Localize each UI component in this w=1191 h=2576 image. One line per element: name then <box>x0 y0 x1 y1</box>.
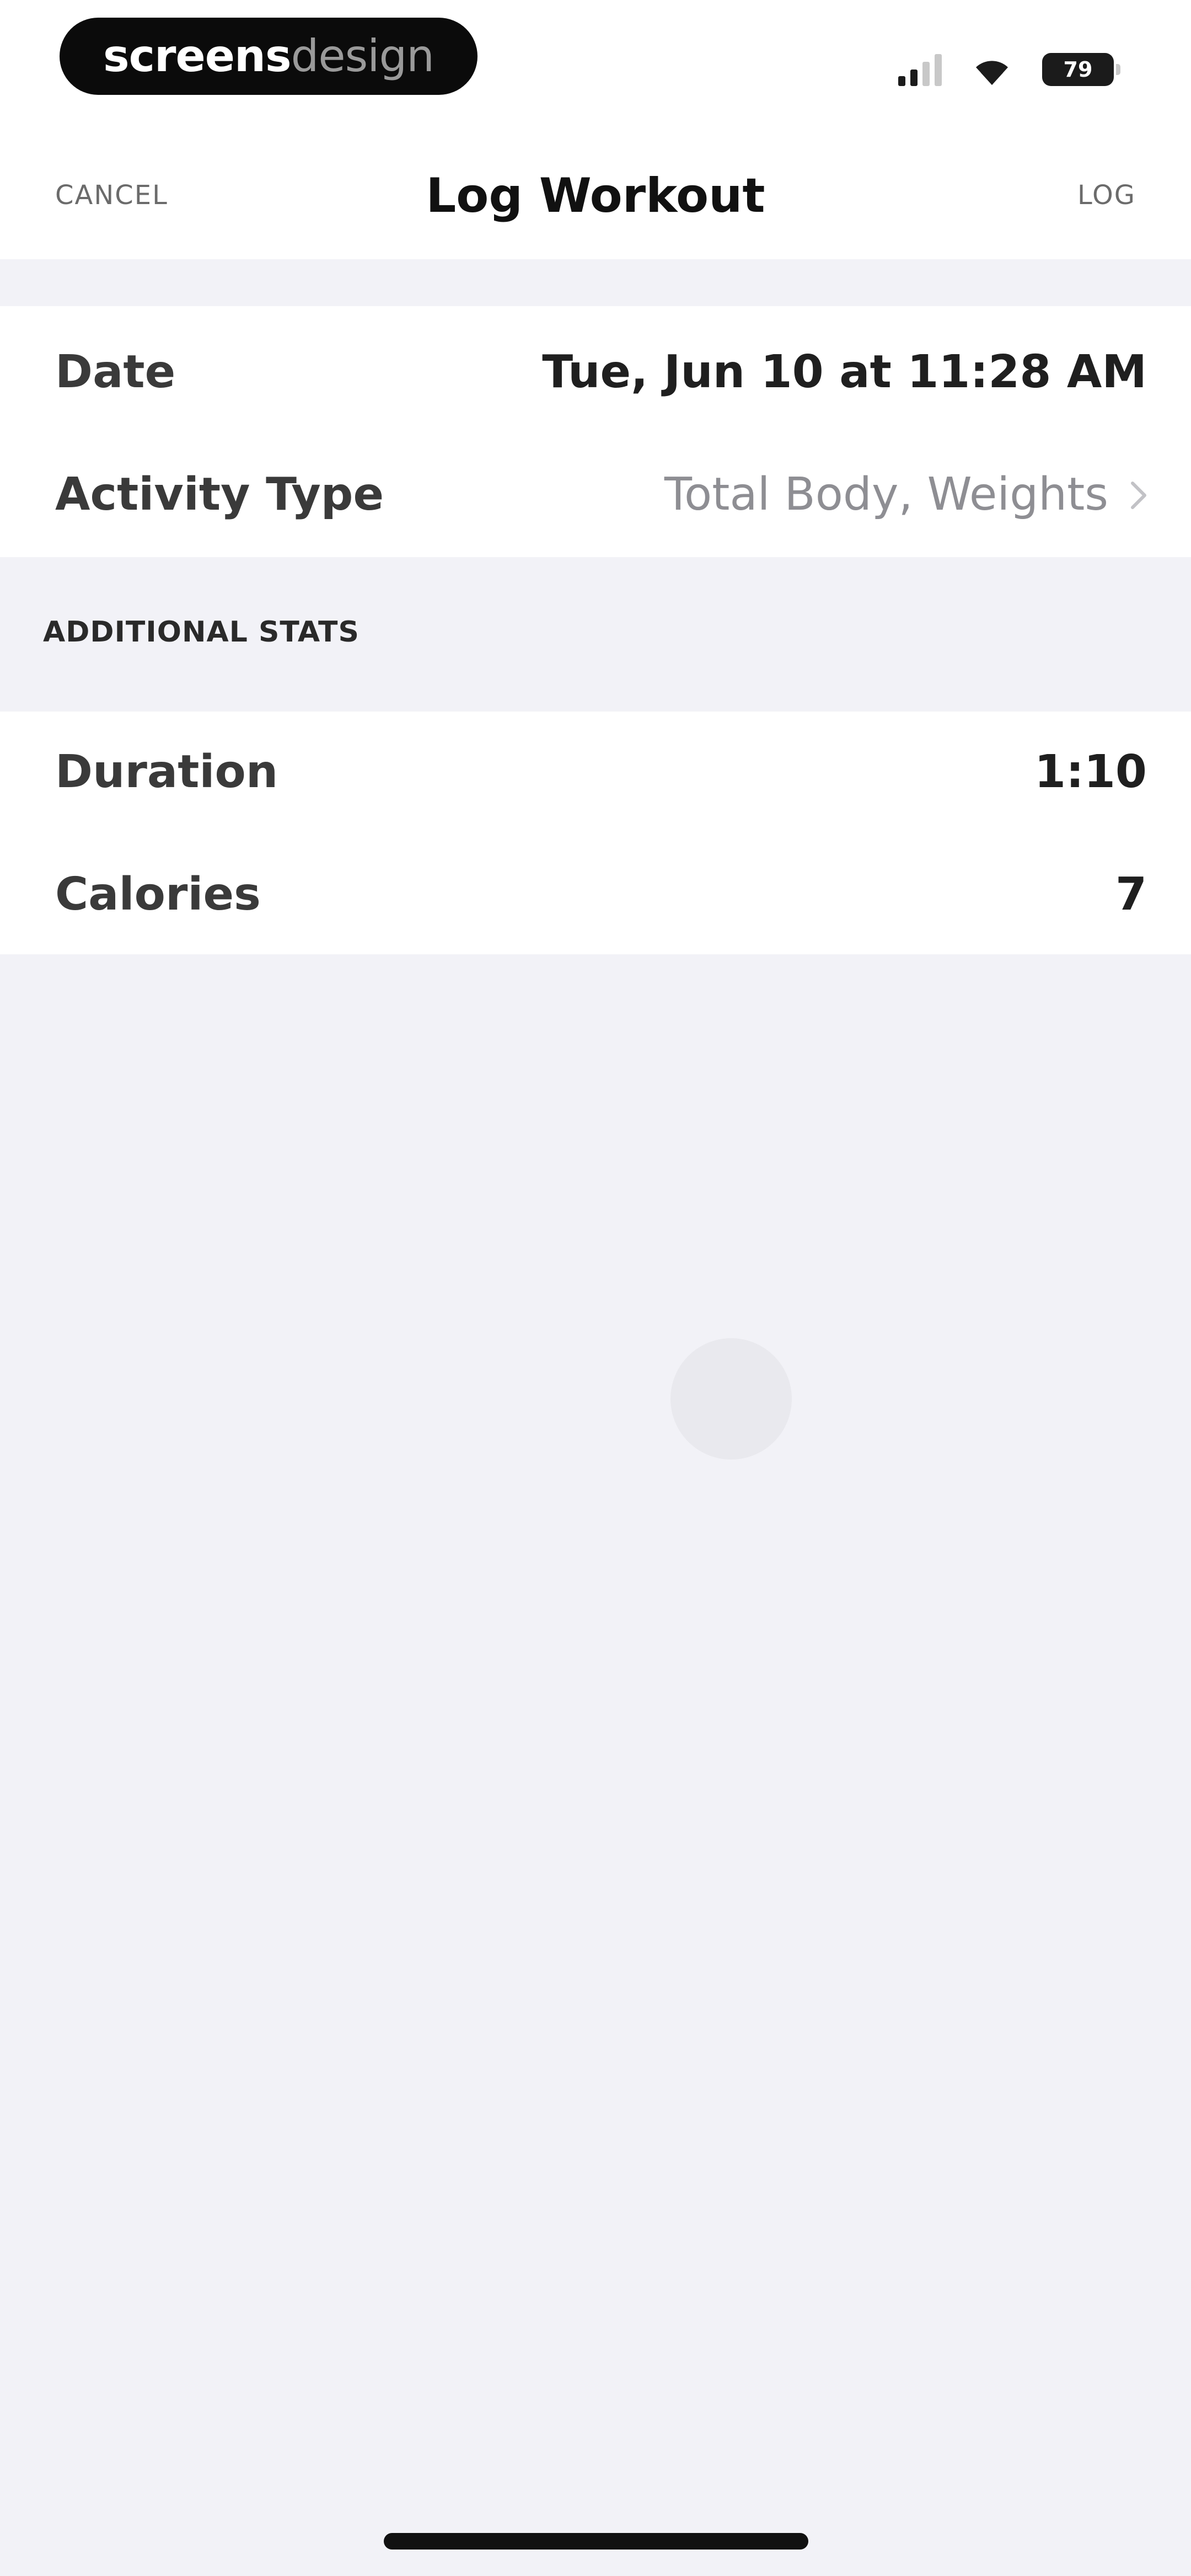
date-label: Date <box>55 346 176 398</box>
brand-logo-text: screensdesign <box>103 34 434 78</box>
loading-spinner-icon <box>670 1338 792 1460</box>
navigation-bar: CANCEL Log Workout LOG <box>0 110 1191 259</box>
workout-details-group: Date Tue, Jun 10 at 11:28 AM Activity Ty… <box>0 306 1191 557</box>
activity-type-row[interactable]: Activity Type Total Body, Weights <box>0 434 1191 555</box>
log-button[interactable]: LOG <box>1077 182 1136 209</box>
cellular-signal-icon <box>898 53 942 86</box>
brand-logo: screensdesign <box>60 18 478 95</box>
duration-value: 1:10 <box>1034 746 1147 798</box>
activity-type-value-wrap: Total Body, Weights <box>664 472 1147 517</box>
brand-primary: screens <box>103 30 292 82</box>
activity-type-label: Activity Type <box>55 468 384 521</box>
calories-row[interactable]: Calories 7 <box>0 834 1191 955</box>
date-value: Tue, Jun 10 at 11:28 AM <box>542 346 1147 398</box>
status-bar: screensdesign 79 <box>0 0 1191 110</box>
calories-label: Calories <box>55 868 261 921</box>
duration-row[interactable]: Duration 1:10 <box>0 712 1191 833</box>
home-indicator[interactable] <box>384 2533 808 2550</box>
date-row[interactable]: Date Tue, Jun 10 at 11:28 AM <box>0 312 1191 433</box>
battery-level: 79 <box>1063 57 1093 82</box>
duration-label: Duration <box>55 746 278 798</box>
additional-stats-header: ADDITIONAL STATS <box>43 616 360 649</box>
calories-value: 7 <box>1115 868 1147 921</box>
status-icons: 79 <box>898 47 1120 86</box>
brand-secondary: design <box>291 30 434 82</box>
page-title: Log Workout <box>426 168 765 223</box>
battery-icon: 79 <box>1042 53 1120 86</box>
wifi-icon <box>973 55 1011 86</box>
chevron-right-icon <box>1130 472 1147 517</box>
activity-type-value: Total Body, Weights <box>664 468 1108 521</box>
additional-stats-group: Duration 1:10 Calories 7 <box>0 712 1191 954</box>
